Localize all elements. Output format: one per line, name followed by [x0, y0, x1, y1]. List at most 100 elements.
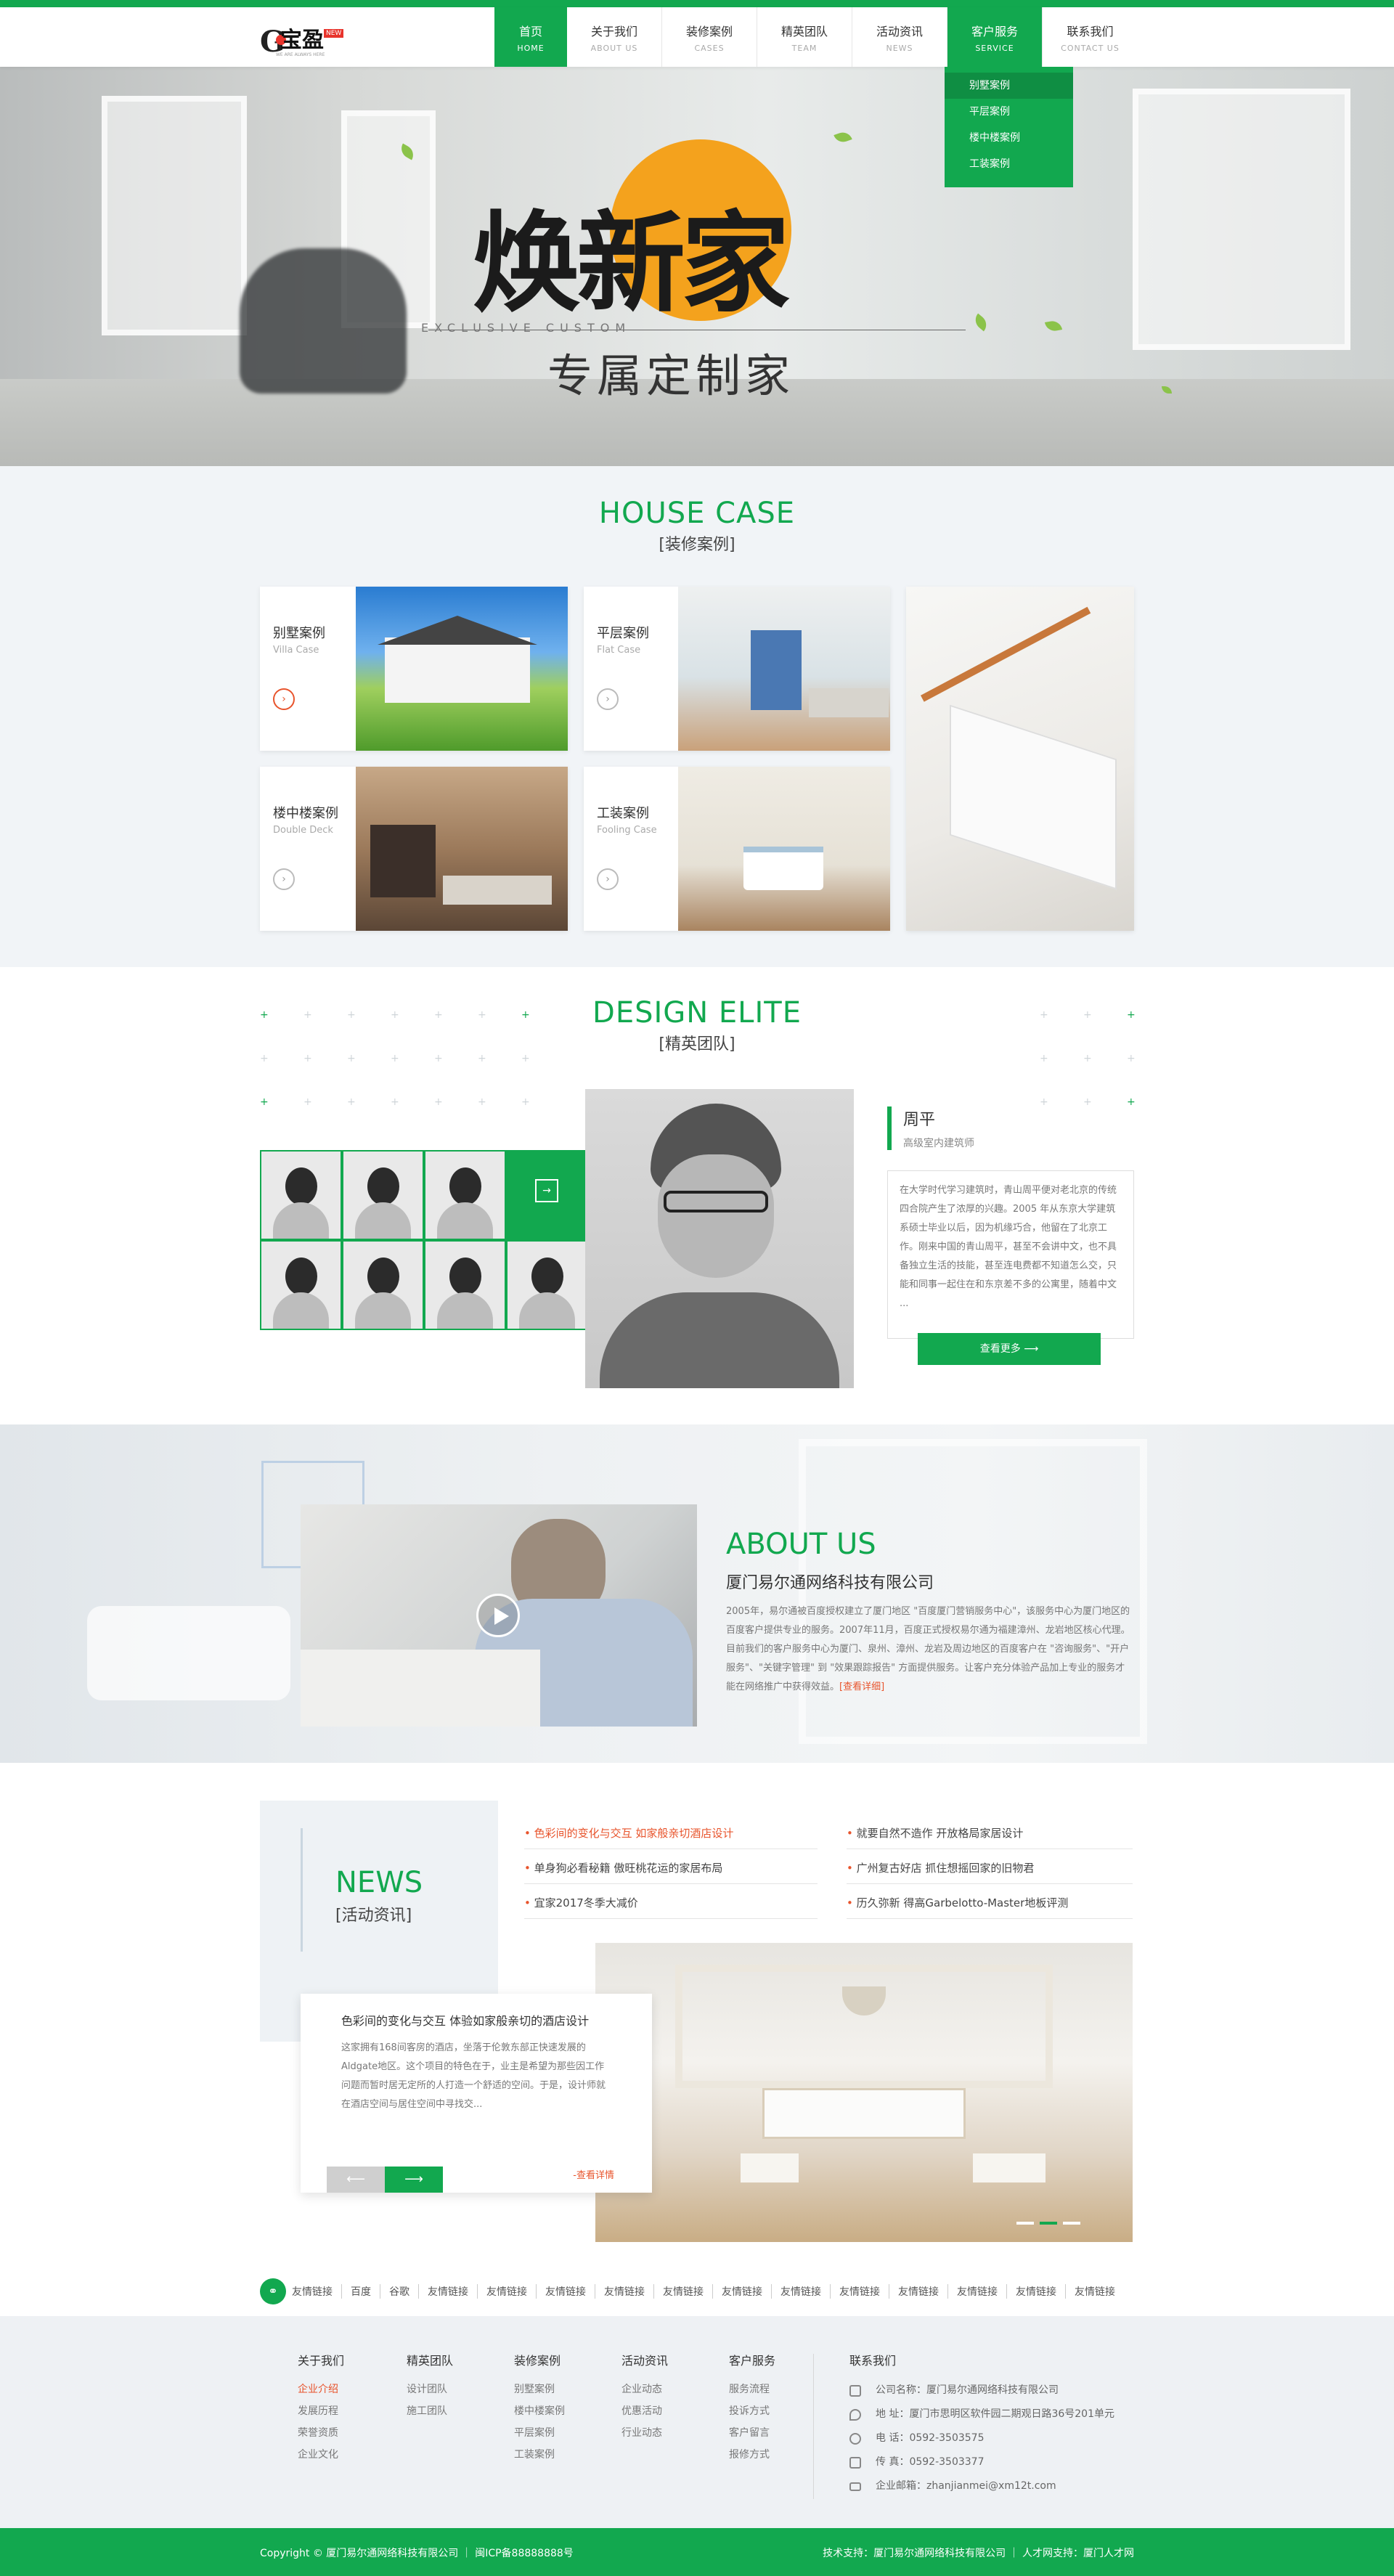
logo[interactable]: G 宝盈 NEW WE ARE ALWAYS HERE — [260, 22, 347, 59]
team-member-thumb[interactable] — [508, 1242, 587, 1329]
friend-link[interactable]: 友情链接 — [1007, 2284, 1066, 2299]
team-member-thumb[interactable] — [343, 1152, 423, 1239]
footer-link[interactable]: 设计团队 — [407, 2379, 453, 2400]
news-item[interactable]: 广州复古好店 抓住想摇回家的旧物君 — [847, 1860, 1035, 1875]
prev-button[interactable]: ⟵ — [327, 2167, 385, 2193]
nav-cases[interactable]: 装修案例 CASES — [662, 7, 757, 67]
friend-link[interactable]: 友情链接 — [419, 2284, 478, 2299]
team-member-thumb[interactable] — [425, 1152, 505, 1239]
footer-link[interactable]: 施工团队 — [407, 2400, 453, 2422]
case-card-flat[interactable]: 平层案例 Flat Case › — [584, 587, 890, 751]
play-icon[interactable] — [476, 1594, 520, 1637]
arrow-right-icon[interactable]: › — [597, 688, 619, 710]
footer-link[interactable]: 服务流程 — [729, 2379, 775, 2400]
view-more-button[interactable]: 查看更多 ⟶ — [918, 1333, 1101, 1365]
pager-dot-active[interactable] — [1040, 2222, 1057, 2225]
logo-sub: WE ARE ALWAYS HERE — [276, 52, 325, 57]
news-item[interactable]: 色彩间的变化与交互 如家般亲切酒店设计 — [524, 1825, 734, 1841]
about-video[interactable] — [301, 1504, 697, 1727]
nav-contact[interactable]: 联系我们 CONTACT US — [1043, 7, 1138, 67]
friend-links-label: 友情链接 — [292, 2284, 342, 2299]
footer-link[interactable]: 工装案例 — [514, 2444, 565, 2466]
architecture-photo — [906, 587, 1134, 931]
nav-sublabel: ABOUT US — [590, 44, 638, 53]
contact-title: 联系我们 — [849, 2354, 897, 2368]
friend-link[interactable]: 友情链接 — [537, 2284, 595, 2299]
nav-about[interactable]: 关于我们 ABOUT US — [567, 7, 662, 67]
friend-link[interactable]: 友情链接 — [831, 2284, 889, 2299]
plus-decor: + — [391, 1053, 399, 1064]
footer-col-title: 关于我们 — [298, 2354, 345, 2368]
friend-link[interactable]: 友情链接 — [948, 2284, 1007, 2299]
footer-link[interactable]: 投诉方式 — [729, 2400, 775, 2422]
elite-title: DESIGN ELITE [精英团队] — [0, 996, 1394, 1054]
plus-decor: + — [303, 1053, 312, 1064]
case-card-double[interactable]: 楼中楼案例 Double Deck › — [260, 767, 568, 931]
friend-link[interactable]: 友情链接 — [772, 2284, 831, 2299]
footer-link[interactable]: 发展历程 — [298, 2400, 344, 2422]
pager-dot[interactable] — [1063, 2222, 1080, 2225]
footer-link[interactable]: 别墅案例 — [514, 2379, 565, 2400]
case-card-office[interactable]: 工装案例 Fooling Case › — [584, 767, 890, 931]
friend-link[interactable]: 谷歌 — [380, 2284, 419, 2299]
nav-team[interactable]: 精英团队 TEAM — [757, 7, 852, 67]
glasses-shape — [664, 1191, 768, 1212]
arrow-right-icon[interactable]: › — [273, 688, 295, 710]
team-member-thumb[interactable] — [425, 1242, 505, 1329]
footer-link[interactable]: 楼中楼案例 — [514, 2400, 565, 2422]
next-button[interactable]: ⟶ — [385, 2167, 443, 2193]
leaf-icon — [971, 313, 990, 332]
friend-link[interactable]: 友情链接 — [478, 2284, 537, 2299]
footer-link[interactable]: 行业动态 — [621, 2422, 668, 2444]
nav-home[interactable]: 首页 HOME — [494, 7, 567, 67]
nav-sublabel: TEAM — [791, 44, 818, 53]
nav-news[interactable]: 活动资讯 NEWS — [852, 7, 947, 67]
team-member-thumb-active[interactable]: → — [508, 1152, 587, 1239]
plus-decor: + — [434, 1009, 443, 1021]
friend-link[interactable]: 百度 — [342, 2284, 380, 2299]
team-member-thumb[interactable] — [261, 1242, 341, 1329]
footer-link[interactable]: 企业文化 — [298, 2444, 344, 2466]
friend-link[interactable]: 友情链接 — [713, 2284, 772, 2299]
phone-icon — [849, 2432, 861, 2445]
footer-link[interactable]: 企业介绍 — [298, 2379, 344, 2400]
pager-dot[interactable] — [1016, 2222, 1034, 2225]
footer-link[interactable]: 荣誉资质 — [298, 2422, 344, 2444]
team-member-thumb[interactable] — [261, 1152, 341, 1239]
friend-link[interactable]: 友情链接 — [595, 2284, 654, 2299]
friend-link[interactable]: 友情链接 — [889, 2284, 948, 2299]
case-card-feature[interactable] — [906, 587, 1134, 931]
footer-link[interactable]: 平层案例 — [514, 2422, 565, 2444]
friend-link[interactable]: 友情链接 — [654, 2284, 713, 2299]
dropdown-item-double[interactable]: 楼中楼案例 — [945, 125, 1073, 151]
news-item[interactable]: 历久弥新 得高Garbelotto-Master地板评测 — [847, 1895, 1069, 1910]
case-subtitle: Double Deck — [273, 825, 333, 836]
arrow-right-icon[interactable]: › — [597, 868, 619, 890]
designer-role: 高级室内建筑师 — [903, 1138, 974, 1149]
divider — [847, 1918, 1133, 1919]
dropdown-item-office[interactable]: 工装案例 — [945, 151, 1073, 177]
footer-link[interactable]: 企业动态 — [621, 2379, 668, 2400]
news-item[interactable]: 宜家2017冬季大减价 — [524, 1895, 638, 1910]
team-member-thumb[interactable] — [343, 1242, 423, 1329]
about-detail-link[interactable]: [查看详细] — [839, 1682, 884, 1692]
footer-link[interactable]: 优惠活动 — [621, 2400, 668, 2422]
leaf-icon — [1044, 319, 1063, 333]
nav-service[interactable]: 客户服务 SERVICE — [947, 7, 1043, 67]
designer-bio: 在大学时代学习建筑时，青山周平便对老北京的传统四合院产生了浓厚的兴趣。2005 … — [887, 1170, 1134, 1339]
contact-email: 企业邮箱：zhanjianmei@xm12t.com — [876, 2480, 1056, 2492]
news-item[interactable]: 单身狗必看秘籍 傲旺桃花运的家居布局 — [524, 1860, 723, 1875]
feature-more-link[interactable]: -查看详情 — [573, 2167, 614, 2181]
news-item[interactable]: 就要自然不造作 开放格局家居设计 — [847, 1825, 1024, 1841]
location-icon — [849, 2408, 861, 2421]
footer-link[interactable]: 报修方式 — [729, 2444, 775, 2466]
plus-decor: + — [1127, 1096, 1136, 1108]
about-title: ABOUT US — [726, 1528, 876, 1561]
case-card-villa[interactable]: 别墅案例 Villa Case › — [260, 587, 568, 751]
dropdown-item-villa[interactable]: 别墅案例 — [945, 73, 1073, 99]
footer-link[interactable]: 客户留言 — [729, 2422, 775, 2444]
news-feature-card[interactable]: 色彩间的变化与交互 体验如家般亲切的酒店设计 这家拥有168间客房的酒店，坐落于… — [301, 1994, 652, 2193]
arrow-right-icon[interactable]: › — [273, 868, 295, 890]
dropdown-item-flat[interactable]: 平层案例 — [945, 99, 1073, 125]
friend-link[interactable]: 友情链接 — [1066, 2284, 1124, 2299]
